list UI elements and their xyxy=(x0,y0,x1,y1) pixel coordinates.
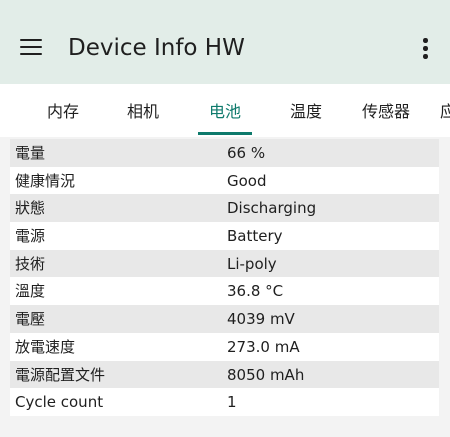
row-label: 健康情況 xyxy=(15,171,76,190)
tab-sensors[interactable]: 传感器 xyxy=(362,101,410,123)
row-value: 8050 mAh xyxy=(227,365,305,384)
row-value: 36.8 °C xyxy=(227,282,284,301)
table-row-discharge-rate: 放電速度 273.0 mA xyxy=(10,332,439,361)
tab-temperature[interactable]: 温度 xyxy=(290,101,322,123)
active-tab-indicator xyxy=(198,132,252,135)
row-value: Good xyxy=(227,171,267,190)
table-row-level: 電量 66 % xyxy=(10,139,439,167)
row-value: Battery xyxy=(227,227,283,246)
table-row-technology: 技術 Li-poly xyxy=(10,249,439,278)
row-label: 電源配置文件 xyxy=(15,365,106,384)
row-label: Cycle count xyxy=(15,393,104,412)
row-label: 電量 xyxy=(15,144,46,162)
row-value: Discharging xyxy=(227,199,317,218)
tab-memory[interactable]: 内存 xyxy=(47,101,79,123)
hamburger-menu-icon[interactable] xyxy=(20,39,42,56)
table-row-power-source: 電源 Battery xyxy=(10,222,439,250)
more-vertical-icon[interactable] xyxy=(420,38,430,60)
table-row-status: 狀態 Discharging xyxy=(10,194,439,223)
row-label: 放電速度 xyxy=(15,337,76,356)
row-value: 273.0 mA xyxy=(227,337,300,356)
row-label: 溫度 xyxy=(15,282,46,301)
row-value: 66 % xyxy=(227,144,266,162)
table-row-temperature: 溫度 36.8 °C xyxy=(10,277,439,306)
tab-battery[interactable]: 电池 xyxy=(209,101,241,123)
app-title: Device Info HW xyxy=(68,35,245,61)
row-label: 狀態 xyxy=(15,199,46,218)
row-value: Li-poly xyxy=(227,254,277,273)
table-row-power-profile: 電源配置文件 8050 mAh xyxy=(10,360,439,389)
table-row-voltage: 電壓 4039 mV xyxy=(10,305,439,333)
table-row-cycle-count: Cycle count 1 xyxy=(10,388,439,416)
battery-info-table: 電量 66 % 健康情況 Good 狀態 Discharging 電源 Batt… xyxy=(10,139,439,416)
row-value: 1 xyxy=(227,393,237,412)
app-bar: Device Info HW xyxy=(0,0,450,84)
row-value: 4039 mV xyxy=(227,310,295,329)
tab-apps[interactable]: 应 xyxy=(440,101,450,123)
row-label: 電壓 xyxy=(15,310,46,329)
table-row-health: 健康情況 Good xyxy=(10,166,439,195)
row-label: 技術 xyxy=(15,254,46,273)
tab-bar: 内存 相机 电池 温度 传感器 应 xyxy=(0,84,450,137)
tab-camera[interactable]: 相机 xyxy=(127,101,159,123)
row-label: 電源 xyxy=(15,227,46,246)
